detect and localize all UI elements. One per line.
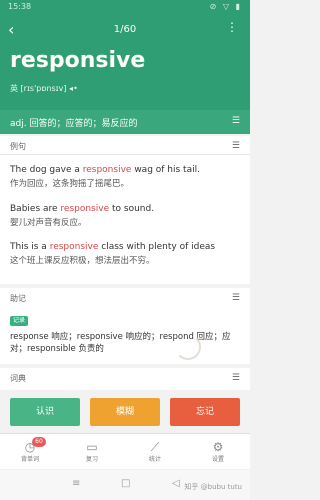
example-keyword: responsive	[60, 204, 110, 214]
dictionary-card: 词典 ☰	[0, 368, 250, 390]
tab-review[interactable]: ▭ 复习	[72, 440, 112, 463]
menu-key-icon[interactable]: ≡	[72, 478, 80, 489]
example-sentence-3: This is a responsive class with plenty o…	[10, 242, 216, 252]
example-sentence-1: The dog gave a responsive wag of his tai…	[10, 165, 200, 175]
vague-button[interactable]: 模糊	[90, 398, 160, 426]
word-counter: 1/60	[113, 24, 137, 35]
know-button[interactable]: 认识	[10, 398, 80, 426]
example-keyword: responsive	[82, 165, 132, 175]
example-sentence-2: Babies are responsive to sound.	[10, 204, 155, 214]
example-keyword: responsive	[49, 242, 99, 252]
status-time: 15:38	[8, 2, 32, 11]
example-translation-2: 婴儿对声音有反应。	[10, 218, 87, 228]
mnemonic-menu-icon[interactable]: ☰	[232, 293, 240, 303]
dictionary-menu-icon[interactable]: ☰	[232, 373, 240, 383]
gear-icon: ⚙	[212, 440, 224, 454]
book-icon: ▭	[86, 440, 98, 454]
definition-bar[interactable]: adj. 回答的；应答的；易反应的 ☰	[0, 110, 250, 134]
forget-button[interactable]: 忘记	[170, 398, 240, 426]
task-count-badge: 60	[32, 437, 46, 447]
dictionary-title: 词典	[10, 374, 26, 383]
word-title: responsive	[10, 48, 146, 73]
status-icons: ⊘ ▽ ▮	[209, 2, 242, 11]
loading-spinner-icon	[175, 334, 201, 360]
divider	[0, 154, 250, 155]
home-key-icon[interactable]: □	[121, 478, 130, 489]
mnemonic-tag: 记录	[10, 316, 29, 326]
word-header: 15:38 ⊘ ▽ ▮ ‹ 1/60 ⋮ responsive 英 [rɪs'p…	[0, 0, 250, 110]
examples-title: 例句	[10, 142, 26, 151]
definition-menu-icon[interactable]: ☰	[232, 116, 240, 126]
definition-text: adj. 回答的；应答的；易反应的	[10, 119, 138, 129]
tab-stats[interactable]: ⟋ 统计	[135, 440, 175, 463]
phonetic-audio[interactable]: 英 [rɪs'pɒnsɪv] ◂•	[10, 83, 78, 94]
status-bar: 15:38 ⊘ ▽ ▮	[0, 0, 250, 14]
tab-settings[interactable]: ⚙ 设置	[198, 440, 238, 463]
more-icon[interactable]: ⋮	[226, 20, 238, 34]
watermark: 知乎 @bubu tutu	[184, 483, 242, 491]
mnemonic-title: 助记	[10, 294, 26, 303]
back-key-icon[interactable]: ◁	[172, 478, 180, 489]
mnemonic-text: response 响应；responsive 响应的；respond 回应；应对…	[10, 332, 231, 354]
examples-menu-icon[interactable]: ☰	[232, 141, 240, 151]
example-translation-1: 作为回应，这条狗摇了摇尾巴。	[10, 179, 130, 189]
chart-icon: ⟋	[150, 440, 160, 454]
top-nav: ‹ 1/60 ⋮	[0, 18, 250, 42]
bottom-tab-bar: ◷ 60 背单词 ▭ 复习 ⟋ 统计 ⚙ 设置	[0, 433, 250, 469]
tab-learn[interactable]: ◷ 60 背单词	[10, 437, 50, 463]
mnemonic-card: 助记 ☰ 记录 response 响应；responsive 响应的；respo…	[0, 288, 250, 364]
example-translation-3: 这个班上课反应积极，想法层出不穷。	[10, 256, 155, 266]
